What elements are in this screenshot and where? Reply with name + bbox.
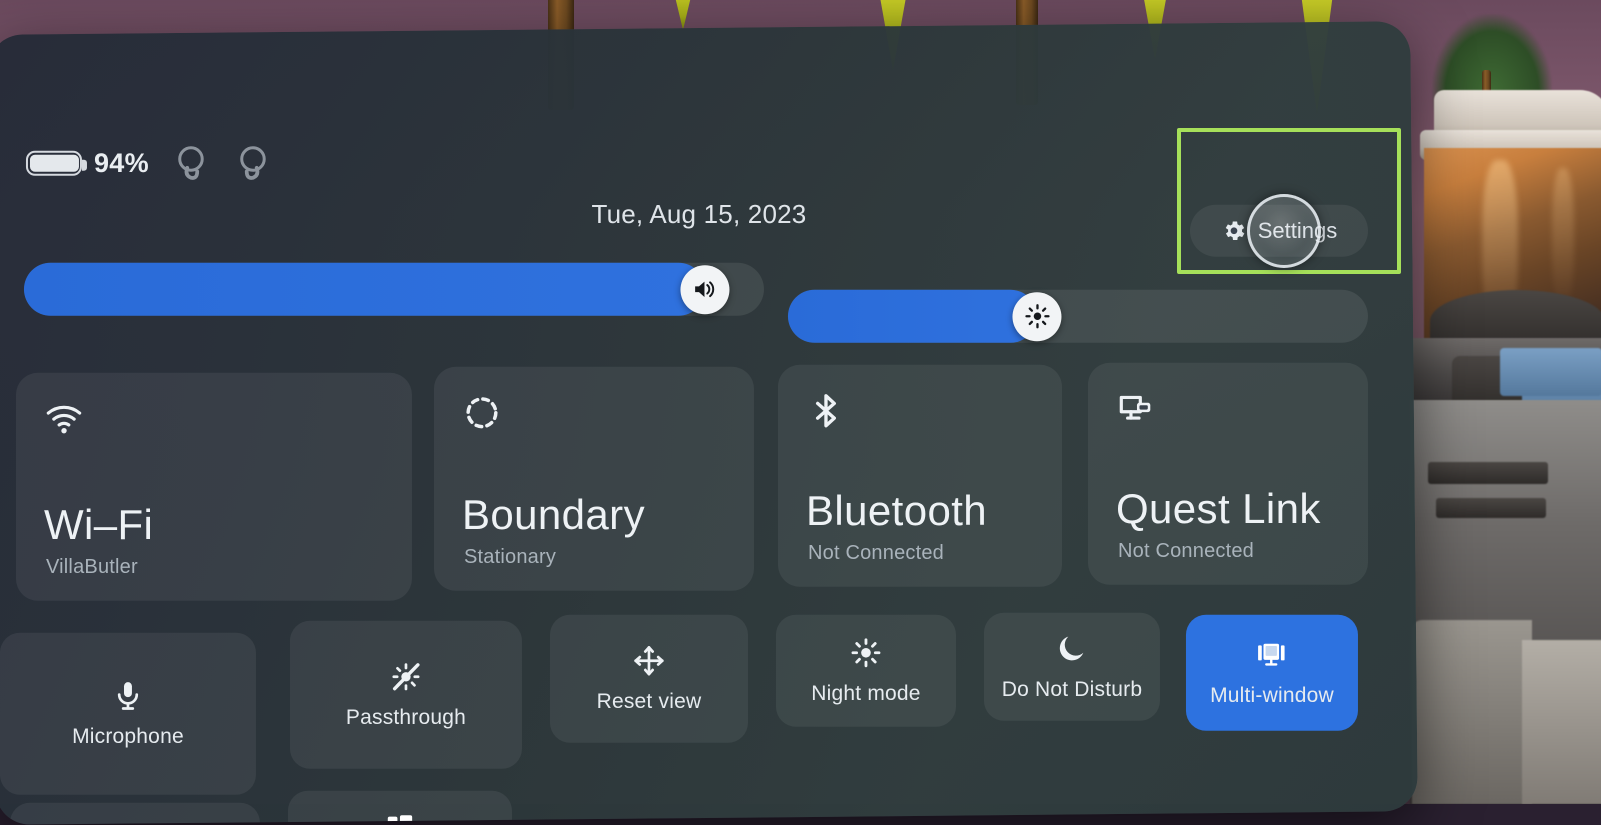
button-multi-window[interactable]: Multi-window: [1186, 615, 1358, 731]
button-label: Reset view: [597, 690, 702, 714]
bluetooth-icon: [806, 391, 846, 431]
battery-percent-label: 94%: [94, 147, 149, 178]
brightness-slider-thumb[interactable]: [1013, 292, 1062, 341]
tile-title: Quest Link: [1116, 485, 1321, 533]
brightness-slider-fill: [788, 290, 1037, 343]
tile-subtitle: Not Connected: [1118, 540, 1254, 563]
button-passthrough[interactable]: Passthrough: [290, 621, 522, 769]
multi-window-icon: [1255, 638, 1289, 672]
speaker-volume-icon: [691, 275, 719, 303]
brightness-sun-icon: [1023, 302, 1051, 330]
controller-battery-right-icon: [233, 143, 273, 183]
button-label: Multi-window: [1210, 684, 1334, 708]
passthrough-off-icon: [389, 660, 423, 694]
stair-step: [1436, 498, 1546, 518]
tile-quest-link[interactable]: Quest Link Not Connected: [1088, 363, 1368, 585]
tile-subtitle: VillaButler: [46, 556, 138, 579]
windows-panels-icon: [383, 807, 417, 825]
status-bar: 94%: [26, 143, 273, 183]
stair-step: [1428, 462, 1548, 484]
tile-subtitle: Not Connected: [808, 542, 944, 565]
tile-title: Wi–Fi: [44, 501, 153, 549]
microphone-icon: [111, 679, 145, 713]
button-label: Do Not Disturb: [1002, 678, 1143, 702]
boundary-dashed-circle-icon: [462, 393, 502, 433]
controller-battery-left-icon: [171, 143, 211, 183]
foreground-object: [1522, 640, 1601, 804]
button-label: Passthrough: [346, 706, 466, 730]
blue-panel: [1500, 348, 1601, 396]
wifi-icon: [44, 399, 84, 439]
rock-highlight: [1552, 168, 1574, 308]
button-reset-view[interactable]: Reset view: [550, 615, 748, 743]
button-microphone[interactable]: Microphone: [0, 633, 256, 795]
sun-icon: [849, 636, 883, 670]
tile-wifi[interactable]: Wi–Fi VillaButler: [16, 373, 412, 601]
gear-icon: [1221, 218, 1247, 244]
ring-cursor: [1247, 194, 1321, 268]
tile-title: Boundary: [462, 491, 645, 539]
tile-subtitle: Stationary: [464, 546, 556, 569]
palm-leaf-icon: [672, 0, 694, 30]
button-label: Microphone: [72, 725, 184, 749]
moon-icon: [1055, 632, 1089, 666]
tile-bluetooth[interactable]: Bluetooth Not Connected: [778, 365, 1062, 587]
brightness-slider[interactable]: [788, 290, 1368, 343]
quest-link-monitor-icon: [1116, 389, 1156, 429]
foreground-object: [1412, 620, 1532, 804]
move-arrows-icon: [632, 644, 666, 678]
volume-slider[interactable]: [24, 263, 764, 316]
button-night-mode[interactable]: Night mode: [776, 615, 956, 727]
button-partial-right[interactable]: [288, 791, 512, 825]
tile-boundary[interactable]: Boundary Stationary: [434, 367, 754, 591]
battery-fill: [30, 154, 79, 171]
button-do-not-disturb[interactable]: Do Not Disturb: [984, 613, 1160, 721]
tile-title: Bluetooth: [806, 487, 987, 535]
quick-settings-panel: 94% Tue, Aug 15, 2023 Settings: [0, 21, 1418, 825]
volume-slider-thumb[interactable]: [680, 265, 729, 314]
volume-slider-fill: [24, 263, 705, 316]
battery-icon: [26, 150, 82, 175]
button-label: Night mode: [811, 682, 920, 706]
headset-battery: 94%: [26, 147, 149, 178]
button-partial-left[interactable]: [10, 803, 260, 825]
